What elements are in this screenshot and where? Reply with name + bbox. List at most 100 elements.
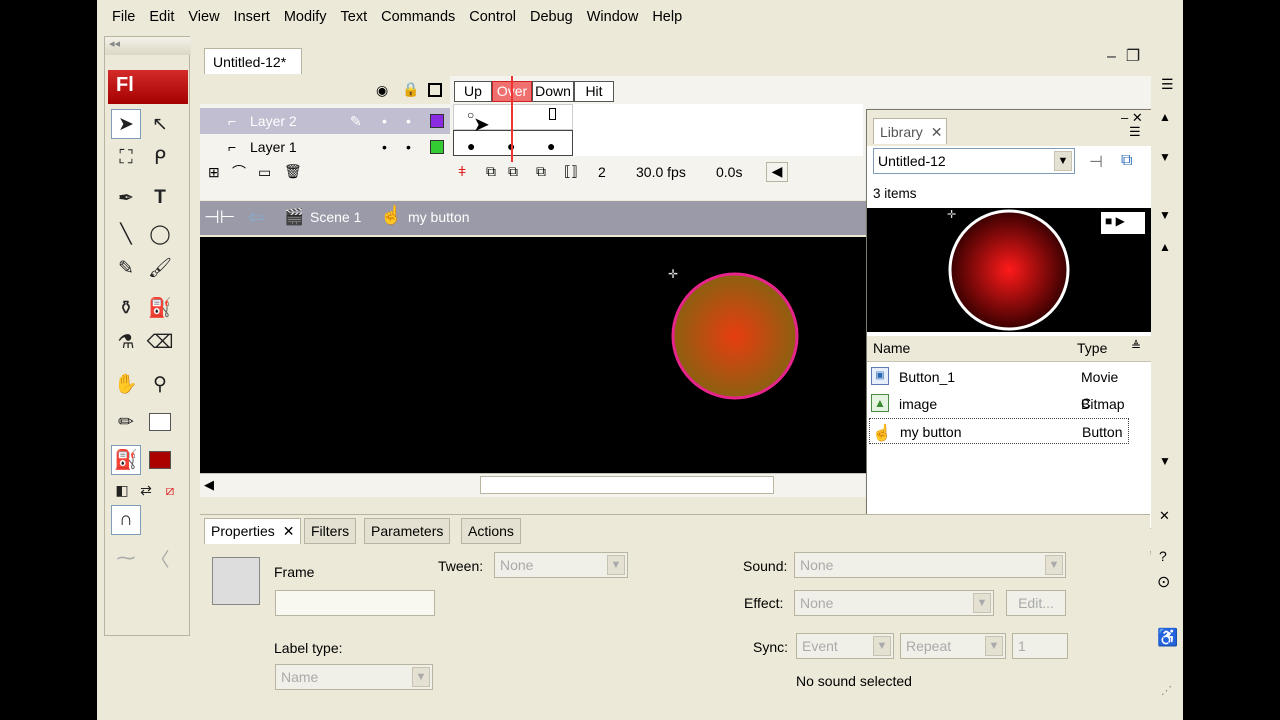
modify-markers-icon[interactable]: ⟦⟧ — [564, 163, 578, 180]
snap-magnet-icon[interactable]: ∩ — [111, 505, 141, 535]
layer-outline-color[interactable] — [430, 114, 444, 128]
sync-select[interactable]: Event ▼ — [796, 633, 894, 659]
tween-select[interactable]: None ▼ — [494, 552, 628, 578]
sort-toggle-icon[interactable]: ≜ — [1131, 339, 1141, 353]
resize-grip-icon[interactable]: ⋰ — [1161, 684, 1172, 697]
pin-library-icon[interactable]: ⊣ — [1089, 152, 1103, 172]
library-document-select[interactable]: Untitled-12 ▼ — [873, 148, 1075, 174]
repeat-count-input[interactable]: 1 — [1012, 633, 1068, 659]
scroll-up-icon[interactable]: ▲ — [1159, 110, 1171, 124]
frame-label-hit[interactable]: Hit — [574, 81, 614, 102]
subselection-tool-icon[interactable]: ↖ — [145, 109, 175, 139]
stage-circle-button[interactable] — [670, 271, 800, 401]
scroll-down-icon[interactable]: ▼ — [1159, 454, 1171, 468]
restore-icon[interactable]: ❐ — [1126, 48, 1150, 65]
menu-file[interactable]: File — [105, 9, 142, 25]
effect-select[interactable]: None ▼ — [794, 590, 994, 616]
tab-actions[interactable]: Actions — [461, 518, 521, 544]
hand-tool-icon[interactable]: ✋ — [111, 369, 141, 399]
tab-filters[interactable]: Filters — [304, 518, 357, 544]
motion-guide-icon[interactable]: ⌒ — [232, 162, 246, 182]
eyedropper-tool-icon[interactable]: ⚗ — [111, 327, 141, 357]
scroll-thumb[interactable] — [480, 476, 774, 494]
close-icon[interactable]: ✕ — [931, 124, 943, 140]
lock-dot[interactable]: • — [406, 108, 411, 134]
accessibility-icon[interactable]: ♿ — [1157, 628, 1178, 648]
label-type-select[interactable]: Name ▼ — [275, 664, 433, 690]
library-item[interactable]: ▲ image Bitmap — [869, 391, 1129, 417]
layer-row-layer-2[interactable]: ⌐ Layer 2 ✎ • • — [200, 108, 450, 134]
panel-menu-icon[interactable]: ☰ — [1129, 124, 1141, 140]
selection-tool-icon[interactable]: ➤ — [111, 109, 141, 139]
lock-dot[interactable]: • — [406, 134, 411, 160]
menu-control[interactable]: Control — [462, 9, 523, 25]
tab-parameters[interactable]: Parameters — [364, 518, 451, 544]
sound-select[interactable]: None ▼ — [794, 552, 1066, 578]
timeline-toggle-icon[interactable]: ⊣⊢ — [204, 207, 235, 228]
edit-effect-button[interactable]: Edit... — [1006, 590, 1066, 616]
library-item-selected[interactable]: ☝ my button Button — [869, 418, 1129, 444]
back-arrow-icon[interactable]: ⇦ — [248, 205, 265, 230]
timeline-scroll-left-icon[interactable]: ◀ — [766, 162, 788, 182]
breadcrumb-symbol[interactable]: my button — [408, 209, 469, 225]
fill-color-icon[interactable]: ⛽ — [111, 445, 141, 475]
no-color-icon[interactable]: ⧄ — [155, 475, 185, 505]
frame-end-marker[interactable] — [549, 108, 556, 120]
free-transform-tool-icon[interactable]: ⛶ — [111, 143, 141, 173]
menu-insert[interactable]: Insert — [227, 9, 277, 25]
menu-window[interactable]: Window — [580, 9, 646, 25]
help-icon[interactable]: ? — [1159, 548, 1167, 564]
stroke-color-icon[interactable]: ✏ — [111, 407, 141, 437]
close-icon[interactable]: ✕ — [1159, 508, 1170, 524]
document-tab[interactable]: Untitled-12* — [204, 48, 302, 74]
column-type[interactable]: Type — [1077, 340, 1107, 356]
stage-horizontal-scrollbar[interactable]: ◀ — [200, 473, 965, 497]
menu-debug[interactable]: Debug — [523, 9, 580, 25]
repeat-select[interactable]: Repeat ▼ — [900, 633, 1006, 659]
zoom-tool-icon[interactable]: ⚲ — [145, 369, 175, 399]
menu-help[interactable]: Help — [645, 9, 689, 25]
playhead[interactable] — [511, 76, 513, 162]
scroll-up-icon[interactable]: ▲ — [1159, 240, 1171, 254]
insert-layer-icon[interactable]: ⊞ — [208, 164, 220, 181]
breadcrumb-scene[interactable]: Scene 1 — [310, 209, 361, 225]
close-icon[interactable]: ✕ — [283, 523, 295, 539]
tab-properties[interactable]: Properties ✕ — [204, 518, 302, 544]
column-name[interactable]: Name — [873, 340, 910, 356]
pen-tool-icon[interactable]: ✒ — [111, 183, 141, 213]
edit-in-place-icon[interactable]: ⊙ — [1157, 572, 1170, 592]
edit-multiple-frames-icon[interactable]: ⧉ — [536, 163, 546, 180]
frame-label-up[interactable]: Up — [454, 81, 492, 102]
insert-folder-icon[interactable]: ▭ — [258, 164, 271, 181]
tools-collapse-grip[interactable]: ◂◂ — [105, 37, 191, 55]
onion-skin-icon[interactable]: ⧉ — [486, 163, 496, 180]
lock-layers-icon[interactable]: 🔒 — [402, 81, 419, 98]
ink-bottle-tool-icon[interactable]: ⚱ — [111, 293, 141, 323]
text-tool-icon[interactable]: T — [145, 183, 175, 213]
center-frame-icon[interactable]: ǂ — [458, 163, 466, 179]
frame-name-input[interactable] — [275, 590, 435, 616]
frames-grid[interactable]: ○ ● ● ● ➤ — [453, 76, 863, 162]
new-library-icon[interactable]: ⧉ — [1121, 152, 1132, 170]
frame-label-down[interactable]: Down — [532, 81, 574, 102]
stroke-color-swatch[interactable] — [145, 407, 175, 437]
menu-view[interactable]: View — [181, 9, 226, 25]
menu-modify[interactable]: Modify — [277, 9, 334, 25]
visibility-dot[interactable]: • — [382, 108, 387, 134]
chevron-down-icon[interactable]: ▼ — [1054, 151, 1072, 171]
onion-outlines-icon[interactable]: ⧉ — [508, 163, 518, 180]
preview-controls[interactable]: ■ ▶ — [1101, 212, 1145, 234]
chevron-down-icon[interactable]: ▼ — [1159, 208, 1171, 222]
layer-row-layer-1[interactable]: ⌐ Layer 1 • • — [200, 134, 450, 160]
library-item[interactable]: ▣ Button_1 Movie C — [869, 364, 1129, 411]
paint-bucket-tool-icon[interactable]: ⛽ — [145, 293, 175, 323]
chevron-down-icon[interactable]: ▼ — [1159, 150, 1171, 164]
panel-menu-icon[interactable]: ☰ — [1161, 76, 1174, 93]
oval-tool-icon[interactable]: ◯ — [145, 219, 175, 249]
library-tab[interactable]: Library ✕ — [873, 118, 947, 144]
menu-commands[interactable]: Commands — [374, 9, 462, 25]
menu-edit[interactable]: Edit — [142, 9, 181, 25]
show-layers-eye-icon[interactable]: ◉ — [376, 82, 388, 99]
lasso-tool-icon[interactable]: ᑭ — [145, 143, 175, 173]
menu-text[interactable]: Text — [334, 9, 375, 25]
